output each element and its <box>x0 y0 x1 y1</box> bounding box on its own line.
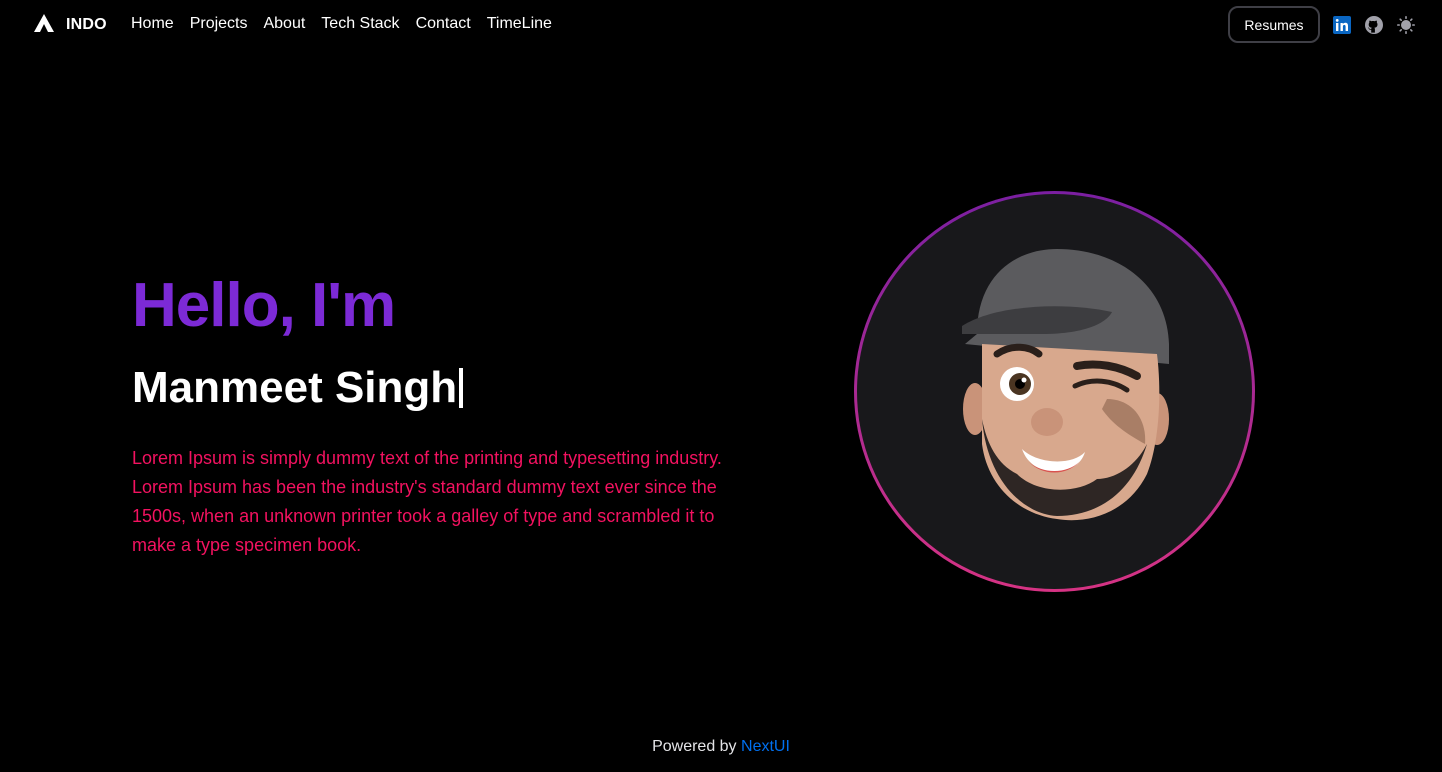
footer-prefix: Powered by <box>652 738 737 755</box>
memoji-avatar-icon <box>962 249 1169 521</box>
avatar-ring <box>854 191 1255 592</box>
hero-greeting: Hello, I'm <box>132 271 396 340</box>
nextui-link[interactable]: NextUI <box>741 738 790 755</box>
nav-link-projects[interactable]: Projects <box>190 15 248 33</box>
brand-name: INDO <box>66 16 107 33</box>
hero-name: Manmeet Singh <box>132 363 458 412</box>
github-icon[interactable] <box>1365 16 1383 34</box>
hero-description: Lorem Ipsum is simply dummy text of the … <box>132 448 722 555</box>
nav-link-about[interactable]: About <box>263 15 305 33</box>
brand[interactable]: INDO <box>34 13 107 37</box>
nav-link-tech-stack[interactable]: Tech Stack <box>321 15 399 33</box>
nav-link-home[interactable]: Home <box>131 15 174 33</box>
hero-name-line: Manmeet Singh <box>132 362 464 414</box>
avatar <box>857 194 1252 589</box>
resumes-button[interactable]: Resumes <box>1228 6 1320 43</box>
footer: Powered by NextUI <box>0 738 1442 756</box>
navbar: INDO Home Projects About Tech Stack Cont… <box>0 0 1442 50</box>
theme-toggle-sun-icon[interactable] <box>1397 16 1416 35</box>
nav-link-contact[interactable]: Contact <box>416 15 471 33</box>
logo-icon <box>34 13 54 37</box>
nav-links: Home Projects About Tech Stack Contact T… <box>131 15 552 33</box>
typing-cursor <box>459 368 464 408</box>
linkedin-icon[interactable] <box>1333 16 1351 34</box>
nav-link-timeline[interactable]: TimeLine <box>487 15 552 33</box>
